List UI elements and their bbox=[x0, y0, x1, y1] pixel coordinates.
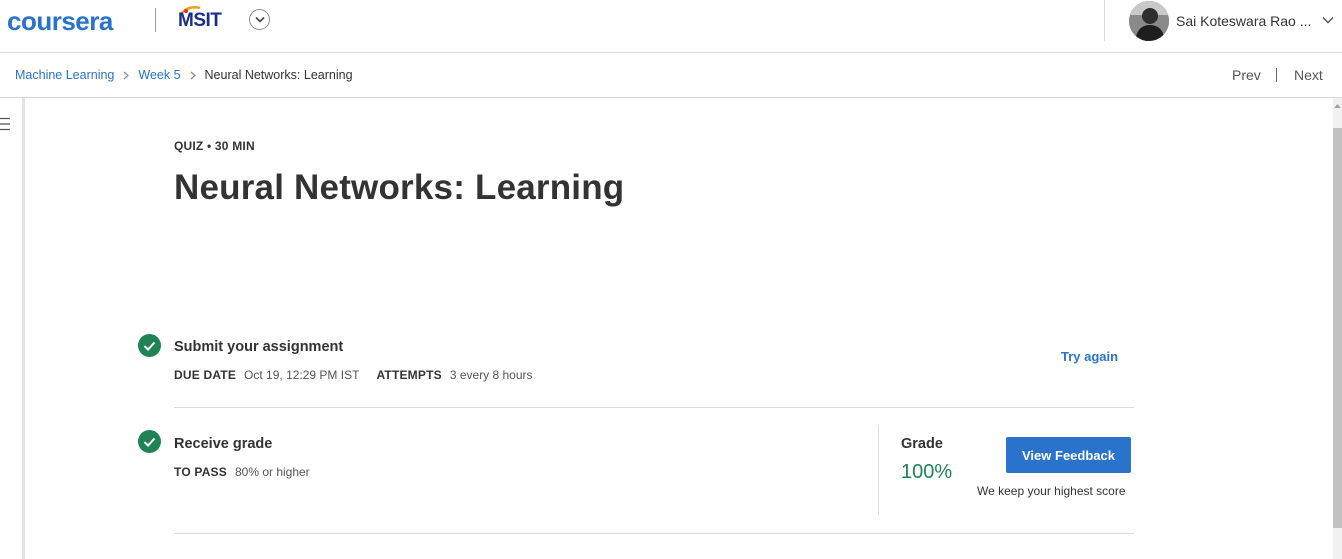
scroll-up-arrow-icon[interactable] bbox=[1333, 102, 1342, 110]
chevron-right-icon bbox=[190, 71, 196, 80]
breadcrumb-bar: Machine Learning Week 5 Neural Networks:… bbox=[0, 53, 1342, 98]
submit-step-meta: DUE DATE Oct 19, 12:29 PM IST ATTEMPTS 3 ev… bbox=[174, 368, 533, 382]
grade-label: Grade bbox=[901, 436, 943, 452]
scrollbar-thumb[interactable] bbox=[1333, 128, 1342, 528]
breadcrumb-current: Neural Networks: Learning bbox=[204, 68, 353, 82]
attempts-label: ATTEMPTS bbox=[376, 368, 442, 382]
chevron-down-icon bbox=[254, 16, 265, 23]
grade-step-meta: TO PASS 80% or higher bbox=[174, 465, 310, 479]
chevron-down-icon[interactable] bbox=[1322, 16, 1334, 24]
breadcrumb-course-link[interactable]: Machine Learning bbox=[15, 68, 114, 82]
avatar[interactable] bbox=[1129, 1, 1169, 41]
highest-score-note: We keep your highest score bbox=[977, 484, 1126, 498]
partner-logo[interactable]: MSIT bbox=[178, 4, 236, 32]
to-pass-value: 80% or higher bbox=[234, 465, 310, 479]
view-feedback-button[interactable]: View Feedback bbox=[1006, 437, 1131, 473]
breadcrumb: Machine Learning Week 5 Neural Networks:… bbox=[15, 68, 353, 82]
nav-divider bbox=[1276, 68, 1277, 82]
coursera-logo[interactable]: coursera bbox=[7, 6, 113, 36]
try-again-button[interactable]: Try again bbox=[1061, 349, 1118, 364]
menu-icon[interactable] bbox=[0, 117, 10, 131]
section-divider bbox=[174, 533, 1134, 534]
check-circle-icon bbox=[138, 430, 161, 453]
breadcrumb-week-link[interactable]: Week 5 bbox=[138, 68, 180, 82]
top-header: coursera MSIT Sai Koteswara Rao ... bbox=[0, 0, 1342, 53]
attempts-value: 3 every 8 hours bbox=[449, 368, 533, 382]
check-circle-icon bbox=[138, 334, 161, 357]
chevron-right-icon bbox=[123, 71, 130, 80]
to-pass-label: TO PASS bbox=[174, 465, 227, 479]
submit-step-title: Submit your assignment bbox=[174, 339, 344, 355]
left-sidebar-collapsed bbox=[0, 98, 25, 559]
grade-divider bbox=[878, 425, 879, 515]
partner-menu-toggle[interactable] bbox=[249, 9, 270, 30]
section-divider bbox=[174, 407, 1134, 408]
partner-logo-text: MSIT bbox=[178, 10, 222, 31]
user-menu-divider bbox=[1104, 0, 1105, 41]
next-button[interactable]: Next bbox=[1294, 67, 1323, 83]
user-name[interactable]: Sai Koteswara Rao ... bbox=[1176, 13, 1311, 29]
user-photo-icon bbox=[1129, 1, 1169, 41]
page-title: Neural Networks: Learning bbox=[174, 168, 625, 207]
due-date-value: Oct 19, 12:29 PM IST bbox=[244, 368, 360, 382]
logo-divider bbox=[155, 8, 156, 32]
due-date-label: DUE DATE bbox=[174, 368, 237, 382]
prev-button[interactable]: Prev bbox=[1232, 67, 1261, 83]
scrollbar[interactable] bbox=[1333, 98, 1342, 559]
grade-step-title: Receive grade bbox=[174, 436, 273, 452]
quiz-overline: QUIZ • 30 MIN bbox=[174, 139, 255, 153]
grade-value: 100% bbox=[901, 461, 953, 483]
